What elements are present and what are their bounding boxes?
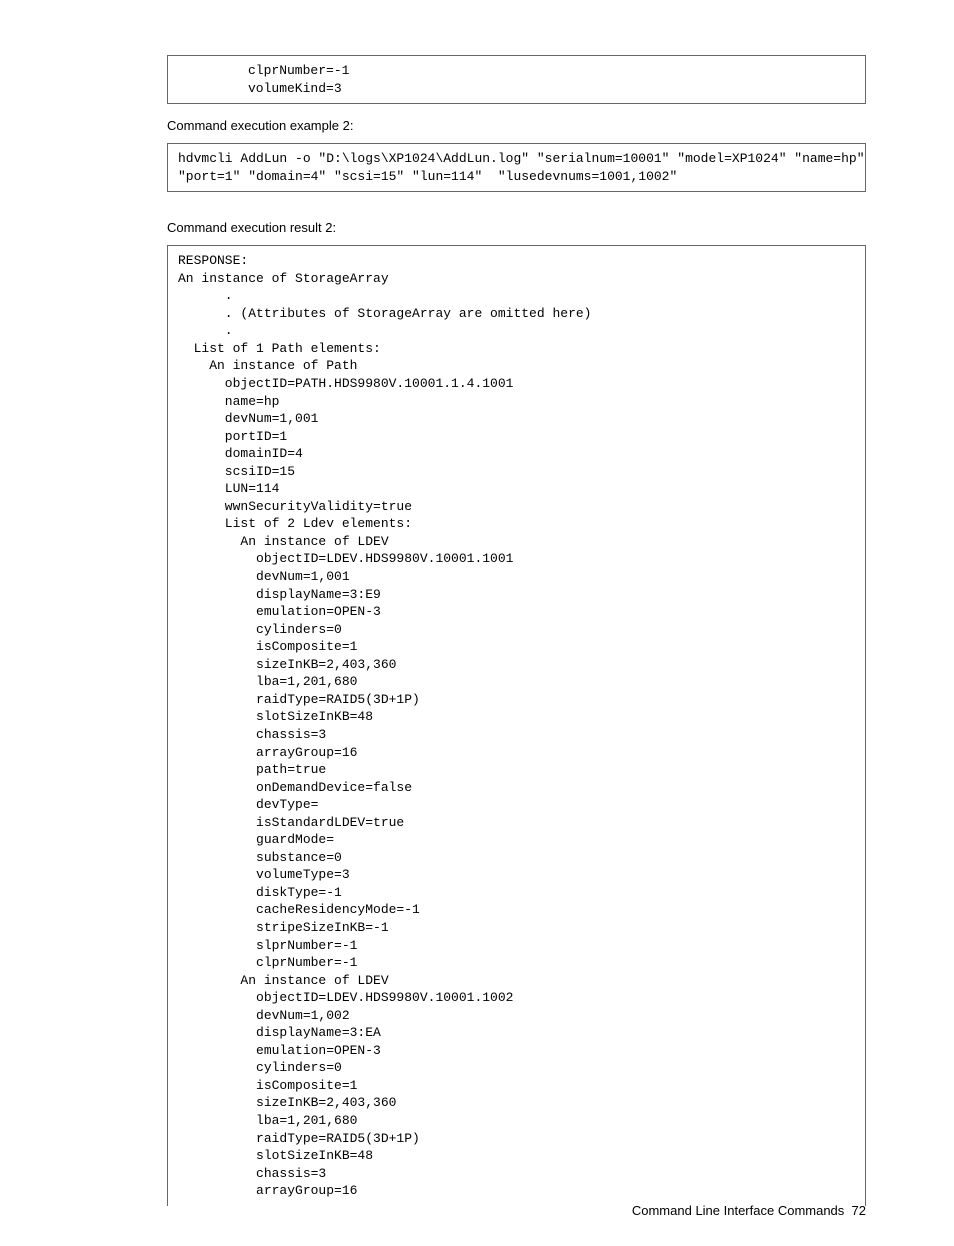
example-label: Command execution example 2: xyxy=(167,118,866,133)
footer-page-number: 72 xyxy=(852,1203,866,1218)
result-label: Command execution result 2: xyxy=(167,220,866,235)
footer-title: Command Line Interface Commands xyxy=(632,1203,844,1218)
document-page: clprNumber=-1 volumeKind=3 Command execu… xyxy=(0,0,954,1246)
code-block-result: RESPONSE: An instance of StorageArray . … xyxy=(167,245,866,1206)
code-block-example: hdvmcli AddLun -o "D:\logs\XP1024\AddLun… xyxy=(167,143,866,192)
code-block-top: clprNumber=-1 volumeKind=3 xyxy=(167,55,866,104)
page-footer: Command Line Interface Commands 72 xyxy=(632,1203,866,1218)
